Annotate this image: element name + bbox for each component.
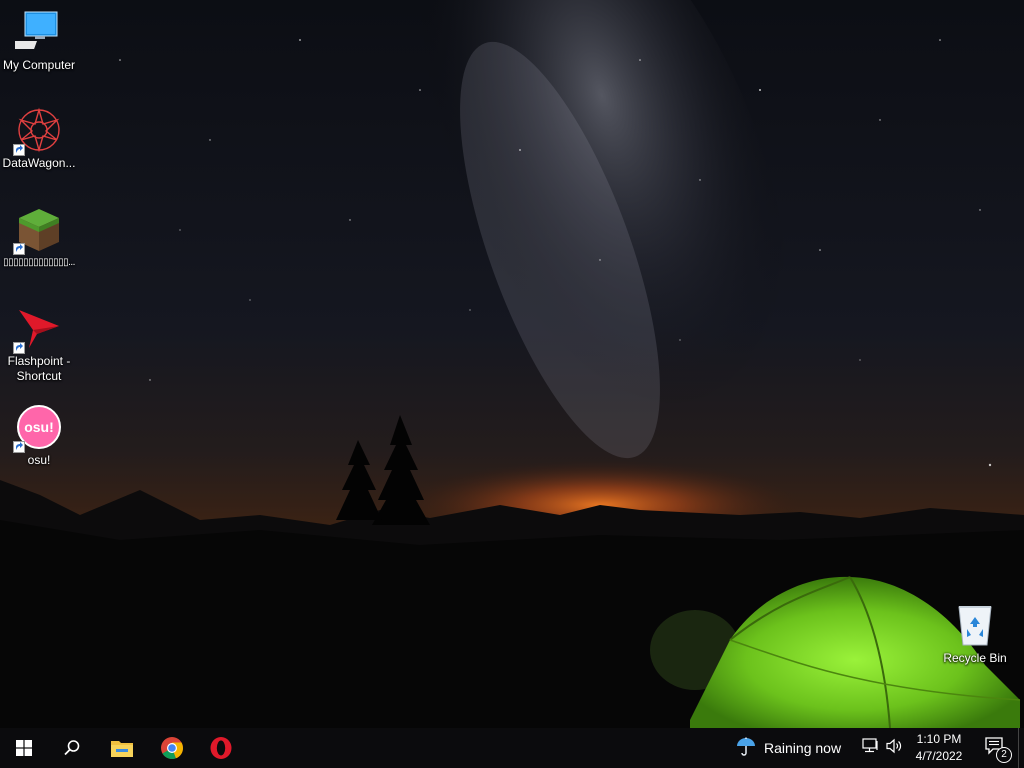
desktop-wallpaper [0, 0, 1024, 728]
taskbar-file-explorer[interactable] [98, 728, 146, 768]
weather-widget[interactable]: Raining now [736, 728, 841, 768]
taskbar: Raining now 1:10 PM 4/7/2022 2 [0, 728, 1024, 768]
desktop-icon-my-computer[interactable]: My Computer [0, 8, 78, 73]
recycle-bin-icon [951, 601, 999, 649]
desktop-icon-osu[interactable]: osu! osu! [0, 403, 78, 468]
umbrella-icon [736, 737, 756, 760]
osu-icon: osu! [13, 403, 63, 453]
desktop-icon-label: ▯▯▯▯▯▯▯▯▯▯▯▯▯... [3, 257, 75, 268]
network-icon [862, 737, 880, 759]
desktop-icon-label: Recycle Bin [943, 651, 1007, 665]
svg-text:osu!: osu! [24, 419, 54, 435]
taskbar-opera[interactable] [197, 728, 245, 768]
clock-date: 4/7/2022 [915, 749, 963, 763]
datawagon-icon [13, 106, 63, 156]
desktop-icon-flashpoint[interactable]: Flashpoint - Shortcut [0, 304, 78, 384]
shortcut-arrow-icon [13, 342, 25, 354]
desktop-icon-label: Flashpoint - Shortcut [7, 354, 71, 383]
search-button[interactable] [48, 728, 96, 768]
network-button[interactable] [860, 728, 882, 768]
shortcut-arrow-icon [13, 144, 25, 156]
desktop-icon-label: DataWagon... [2, 156, 76, 170]
notification-count-badge: 2 [996, 747, 1012, 763]
desktop-icon-recycle-bin[interactable]: Recycle Bin [936, 601, 1014, 666]
desktop-icon-label: My Computer [2, 58, 76, 72]
shortcut-arrow-icon [13, 441, 25, 453]
opera-icon [209, 736, 233, 760]
flashpoint-icon [13, 304, 63, 354]
search-icon [63, 739, 81, 757]
weather-text: Raining now [764, 740, 842, 756]
clock-time: 1:10 PM [916, 732, 962, 746]
minecraft-grass-block-icon [13, 205, 63, 255]
folder-icon [110, 738, 134, 758]
desktop-icon-minecraft[interactable]: ▯▯▯▯▯▯▯▯▯▯▯▯▯... [0, 205, 78, 270]
show-desktop-button[interactable] [1018, 728, 1024, 768]
computer-icon [8, 8, 63, 56]
clock[interactable]: 1:10 PM 4/7/2022 [908, 731, 970, 765]
start-button[interactable] [0, 728, 48, 768]
windows-start-icon [16, 740, 32, 756]
chrome-icon [160, 736, 184, 760]
volume-icon [886, 738, 904, 759]
desktop-icon-datawagon[interactable]: DataWagon... [0, 106, 78, 171]
desktop-icon-label: osu! [27, 453, 51, 467]
shortcut-arrow-icon [13, 243, 25, 255]
notification-center-button[interactable]: 2 [980, 728, 1012, 768]
taskbar-chrome[interactable] [148, 728, 196, 768]
volume-button[interactable] [884, 728, 906, 768]
